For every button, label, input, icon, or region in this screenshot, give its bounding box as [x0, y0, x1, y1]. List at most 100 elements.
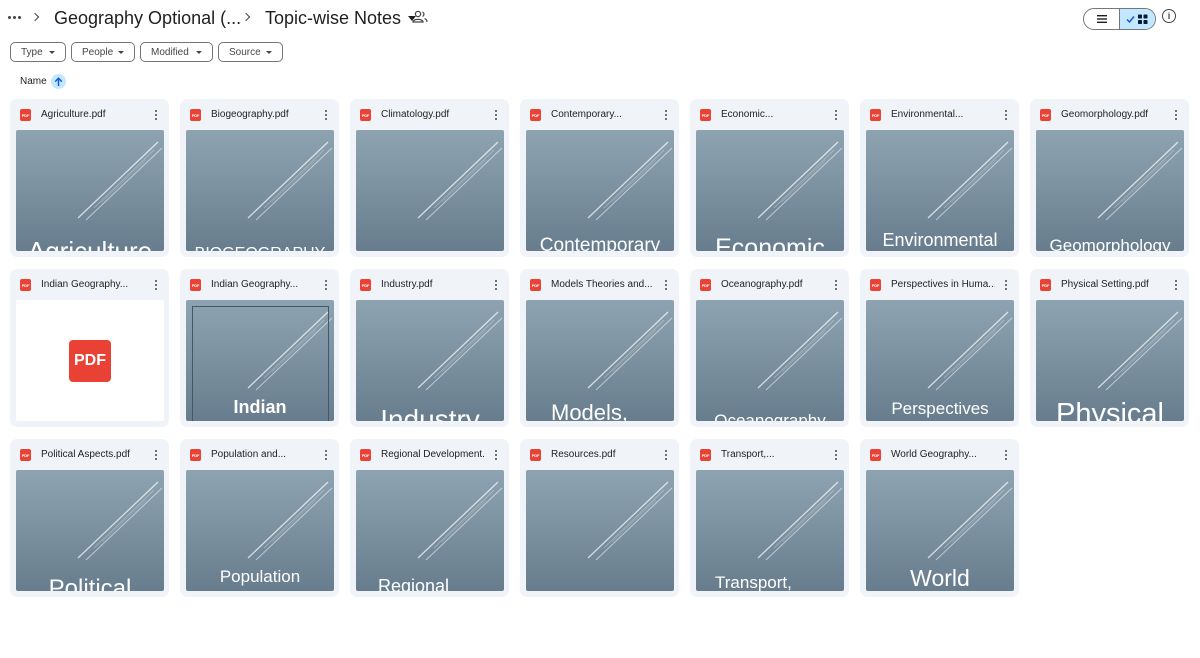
cover-title: Regional	[378, 576, 450, 591]
more-vertical-icon[interactable]	[490, 276, 502, 294]
cover-title: Perspectives	[891, 399, 989, 418]
file-thumbnail[interactable]: BIOGEOGRAPHY	[186, 130, 334, 251]
file-thumbnail[interactable]: Environmental	[866, 130, 1014, 251]
file-thumbnail[interactable]: Agriculture	[16, 130, 164, 251]
filter-label: People	[82, 46, 114, 58]
file-thumbnail[interactable]: Contemporary	[526, 130, 674, 251]
more-vertical-icon[interactable]	[660, 446, 672, 464]
file-card[interactable]: PDF World Geography... World	[860, 439, 1019, 597]
file-thumbnail[interactable]: Transport,	[696, 470, 844, 591]
sort-by-name-button[interactable]: Name	[20, 74, 66, 89]
more-vertical-icon[interactable]	[490, 446, 502, 464]
pdf-icon: PDF	[870, 109, 881, 121]
file-card[interactable]: PDF Regional Development... Regional	[350, 439, 509, 597]
file-card[interactable]: PDF Transport,... Transport,	[690, 439, 849, 597]
file-name: Contemporary...	[551, 109, 622, 120]
pen-streak-graphic	[587, 481, 673, 561]
file-card[interactable]: PDF Geomorphology.pdf Geomorphology	[1030, 99, 1189, 257]
file-thumbnail[interactable]: Oceanography	[696, 300, 844, 421]
pdf-icon: PDF	[700, 279, 711, 291]
more-vertical-icon[interactable]	[1170, 106, 1182, 124]
file-card[interactable]: PDF Climatology.pdf	[350, 99, 509, 257]
file-card[interactable]: PDF Population and... Population	[180, 439, 339, 597]
filter-modified-chip[interactable]: Modified	[140, 42, 213, 62]
more-vertical-icon[interactable]	[1000, 446, 1012, 464]
file-thumbnail[interactable]: PDF	[16, 300, 164, 421]
file-thumbnail[interactable]: World	[866, 470, 1014, 591]
filter-type-chip[interactable]: Type	[10, 42, 66, 62]
pen-streak-graphic	[247, 141, 333, 221]
info-icon[interactable]: i	[1162, 9, 1176, 23]
file-thumbnail[interactable]: Regional	[356, 470, 504, 591]
more-vertical-icon[interactable]	[1000, 276, 1012, 294]
more-vertical-icon[interactable]	[1170, 276, 1182, 294]
more-vertical-icon[interactable]	[1000, 106, 1012, 124]
file-card[interactable]: PDF Contemporary... Contemporary	[520, 99, 679, 257]
cover-title: Population	[219, 567, 301, 586]
more-vertical-icon[interactable]	[830, 446, 842, 464]
file-name: Economic...	[721, 109, 774, 120]
file-card[interactable]: PDF Resources.pdf	[520, 439, 679, 597]
pen-streak-graphic	[417, 481, 503, 561]
pdf-icon: PDF	[360, 279, 371, 291]
file-thumbnail[interactable]	[356, 130, 504, 251]
file-thumbnail[interactable]: Indian	[186, 300, 334, 421]
file-name: Political Aspects.pdf	[41, 449, 130, 460]
dropdown-arrow-icon	[49, 51, 55, 54]
more-vertical-icon[interactable]	[150, 276, 162, 294]
shared-folder-people-icon[interactable]	[412, 10, 428, 24]
cover-title: Industry	[380, 404, 480, 422]
breadcrumb-current[interactable]: Topic-wise Notes	[265, 6, 417, 30]
filter-people-chip[interactable]: People	[71, 42, 135, 62]
more-vertical-icon[interactable]	[150, 446, 162, 464]
more-vertical-icon[interactable]	[320, 446, 332, 464]
check-icon	[1126, 16, 1135, 24]
more-vertical-icon[interactable]	[660, 106, 672, 124]
pen-streak-graphic	[417, 311, 503, 391]
cover-title: Indian	[233, 397, 287, 417]
file-card[interactable]: PDF Indian Geography... Indian	[180, 269, 339, 427]
more-vertical-icon[interactable]	[830, 106, 842, 124]
breadcrumb-parent[interactable]: Geography Optional (...	[54, 6, 241, 30]
cover-title: World	[910, 565, 970, 591]
more-vertical-icon[interactable]	[490, 106, 502, 124]
file-thumbnail[interactable]: Perspectives	[866, 300, 1014, 421]
filter-source-chip[interactable]: Source	[218, 42, 283, 62]
file-card[interactable]: PDF Biogeography.pdf BIOGEOGRAPHY	[180, 99, 339, 257]
pen-streak-graphic	[757, 311, 843, 391]
more-horizontal-icon[interactable]	[4, 7, 24, 27]
more-vertical-icon[interactable]	[660, 276, 672, 294]
more-vertical-icon[interactable]	[830, 276, 842, 294]
file-card[interactable]: PDF Indian Geography... PDF	[10, 269, 169, 427]
file-card[interactable]: PDF Physical Setting.pdf Physical	[1030, 269, 1189, 427]
dropdown-arrow-icon	[196, 51, 202, 54]
file-card[interactable]: PDF Environmental... Environmental	[860, 99, 1019, 257]
file-thumbnail[interactable]: Economic	[696, 130, 844, 251]
more-vertical-icon[interactable]	[150, 106, 162, 124]
file-name: Climatology.pdf	[381, 109, 450, 120]
file-thumbnail[interactable]	[526, 470, 674, 591]
cover-title: Models,	[551, 400, 629, 422]
file-name: Population and...	[211, 449, 287, 460]
more-vertical-icon[interactable]	[320, 106, 332, 124]
file-card[interactable]: PDF Agriculture.pdf Agriculture	[10, 99, 169, 257]
file-card[interactable]: PDF Models Theories and... Models,	[520, 269, 679, 427]
file-thumbnail[interactable]: Industry	[356, 300, 504, 421]
more-vertical-icon[interactable]	[320, 276, 332, 294]
file-card[interactable]: PDF Perspectives in Huma... Perspectives	[860, 269, 1019, 427]
file-card[interactable]: PDF Oceanography.pdf Oceanography	[690, 269, 849, 427]
file-thumbnail[interactable]: Geomorphology	[1036, 130, 1184, 251]
grid-view-button[interactable]	[1119, 9, 1155, 29]
list-view-button[interactable]	[1084, 9, 1119, 29]
file-name: Indian Geography...	[211, 279, 299, 290]
file-thumbnail[interactable]: Political	[16, 470, 164, 591]
pen-streak-graphic	[757, 141, 843, 221]
file-thumbnail[interactable]: Models,	[526, 300, 674, 421]
view-toggle	[1083, 8, 1156, 30]
file-card[interactable]: PDF Political Aspects.pdf Political	[10, 439, 169, 597]
file-thumbnail[interactable]: Population	[186, 470, 334, 591]
file-card[interactable]: PDF Industry.pdf Industry	[350, 269, 509, 427]
arrow-up-icon	[50, 74, 66, 89]
file-card[interactable]: PDF Economic... Economic	[690, 99, 849, 257]
file-thumbnail[interactable]: Physical	[1036, 300, 1184, 421]
